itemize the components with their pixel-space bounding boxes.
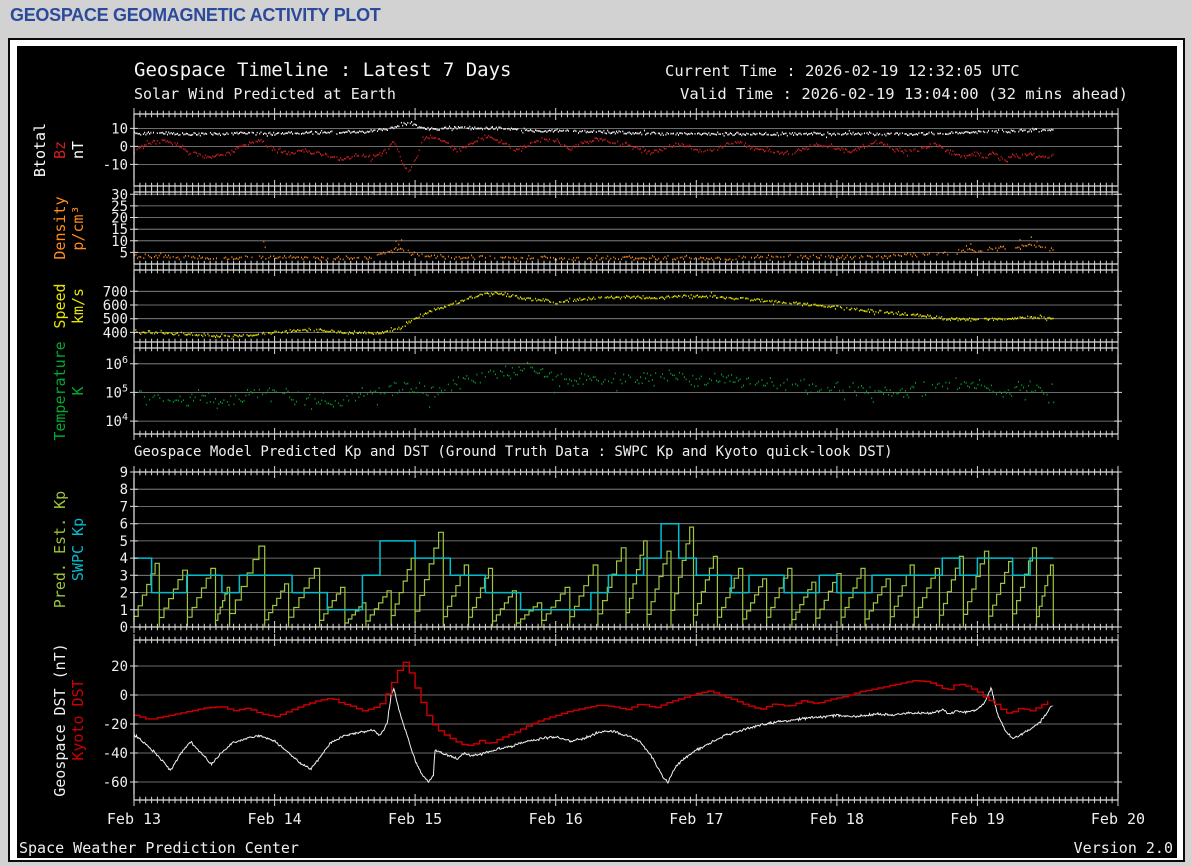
trace bbox=[134, 192, 1054, 264]
series-density bbox=[134, 192, 1054, 264]
axis-label-solar_wind_imf-1: Bz bbox=[51, 141, 69, 159]
y-tick-label: 20 bbox=[111, 659, 128, 675]
y-tick-label: -20 bbox=[103, 717, 128, 733]
footer-right: Version 2.0 bbox=[1074, 839, 1173, 857]
trace bbox=[134, 361, 1055, 410]
axis-label-temperature-0: Temperature bbox=[51, 341, 69, 440]
y-tick-label: 6 bbox=[120, 517, 128, 533]
y-tick-label: 400 bbox=[103, 325, 128, 341]
axis-label-speed-0: Speed bbox=[51, 283, 69, 328]
trace bbox=[134, 121, 1054, 139]
x-axis-label: Feb 18 bbox=[810, 810, 864, 828]
y-tick-label: 10 bbox=[111, 121, 128, 137]
plot-subtitle: Solar Wind Predicted at Earth bbox=[134, 85, 396, 103]
y-tick-label: -40 bbox=[103, 746, 128, 762]
axis-label-speed-1: km/s bbox=[69, 288, 87, 324]
x-axis-label: Feb 13 bbox=[107, 810, 161, 828]
trace bbox=[133, 686, 1053, 784]
y-tick-label: 3 bbox=[120, 568, 128, 584]
trace bbox=[134, 134, 1054, 173]
geospace-plot: 10 0 -10 Btotal Bz nT 3 0 2 5 20 1 5 10 5 Density p/cm³ 7… bbox=[17, 46, 1177, 858]
plot-frame: 10 0 -10 Btotal Bz nT 3 0 2 5 20 1 5 10 5 Density p/cm³ 7… bbox=[8, 38, 1185, 862]
plot-graphics: 10 0 -10 Btotal Bz nT 3 0 2 5 20 1 5 105 Density p/cm³ 7… bbox=[31, 108, 1145, 828]
axis-label-density-1: p/cm³ bbox=[69, 205, 87, 250]
axis-label-solar_wind_imf-2: nT bbox=[69, 141, 87, 159]
y-tick-label: 106 bbox=[105, 355, 128, 373]
x-axis-label: Feb 14 bbox=[248, 810, 302, 828]
trace bbox=[134, 661, 1049, 746]
geospace-plot-svg: 10 0 -10 Btotal Bz nT 3 0 2 5 20 1 5 105 Density p/cm³ 7… bbox=[19, 59, 1173, 857]
panel-border bbox=[133, 269, 1119, 343]
axis-label-kp-1: SWPC Kp bbox=[69, 518, 87, 581]
series-kyoto-dst bbox=[134, 661, 1049, 746]
y-tick-label: 4 bbox=[120, 551, 128, 567]
y-tick-label: 1 bbox=[120, 603, 128, 619]
series-temperature bbox=[134, 361, 1055, 410]
page-title: GEOSPACE GEOMAGNETIC ACTIVITY PLOT bbox=[10, 5, 381, 25]
axis-label-solar_wind_imf-0: Btotal bbox=[31, 123, 49, 177]
axis-label-kp-0: Pred. Est. Kp bbox=[51, 491, 69, 608]
axis-label-temperature-1: K bbox=[69, 386, 87, 395]
y-tick-label: 105 bbox=[105, 383, 128, 401]
trace bbox=[134, 291, 1054, 340]
y-tick-label: 0 bbox=[120, 139, 128, 155]
current-time: Current Time : 2026-02-19 12:32:05 UTC bbox=[665, 62, 1020, 80]
plot-title: Geospace Timeline : Latest 7 Days bbox=[134, 59, 512, 81]
x-ticks bbox=[133, 342, 1119, 440]
y-tick-label: 7 bbox=[120, 499, 128, 515]
y-tick-label: 0 bbox=[120, 620, 128, 636]
y-tick-label: 2 bbox=[120, 586, 128, 602]
series-speed bbox=[134, 291, 1054, 340]
series-bz bbox=[134, 134, 1054, 173]
x-axis-label: Feb 20 bbox=[1091, 810, 1145, 828]
y-tick-label: 5 bbox=[120, 534, 128, 550]
x-axis-label: Feb 16 bbox=[529, 810, 583, 828]
y-tick-label: 104 bbox=[105, 412, 128, 430]
y-tick-label: 0 bbox=[120, 688, 128, 704]
series-btotal bbox=[134, 121, 1054, 139]
x-ticks bbox=[133, 108, 1119, 192]
x-ticks bbox=[133, 634, 1119, 806]
y-tick-label: 8 bbox=[120, 482, 128, 498]
x-axis-label: Feb 19 bbox=[950, 810, 1004, 828]
valid-time: Valid Time : 2026-02-19 13:04:00 (32 min… bbox=[680, 85, 1128, 103]
kp-section-title: Geospace Model Predicted Kp and DST (Gro… bbox=[134, 444, 893, 460]
axis-label-density-0: Density bbox=[51, 196, 69, 259]
panel-border bbox=[133, 113, 1119, 187]
x-axis-label: Feb 15 bbox=[388, 810, 442, 828]
trace bbox=[133, 526, 1054, 627]
x-ticks bbox=[133, 264, 1119, 348]
x-axis-label: Feb 17 bbox=[669, 810, 723, 828]
footer-left: Space Weather Prediction Center bbox=[19, 839, 299, 857]
y-tick-label: 5 bbox=[120, 245, 128, 261]
axis-label-dst-1: Kyoto DST bbox=[69, 679, 87, 760]
axis-label-dst-0: Geospace DST (nT) bbox=[51, 643, 69, 797]
y-tick-label: 9 bbox=[120, 465, 128, 481]
panel-border bbox=[133, 191, 1119, 265]
series-geospace-dst bbox=[133, 686, 1053, 784]
y-tick-label: -60 bbox=[103, 775, 128, 791]
series-pred-est-kp bbox=[133, 526, 1054, 627]
panel-border bbox=[133, 639, 1119, 801]
y-tick-label: -10 bbox=[103, 157, 128, 173]
